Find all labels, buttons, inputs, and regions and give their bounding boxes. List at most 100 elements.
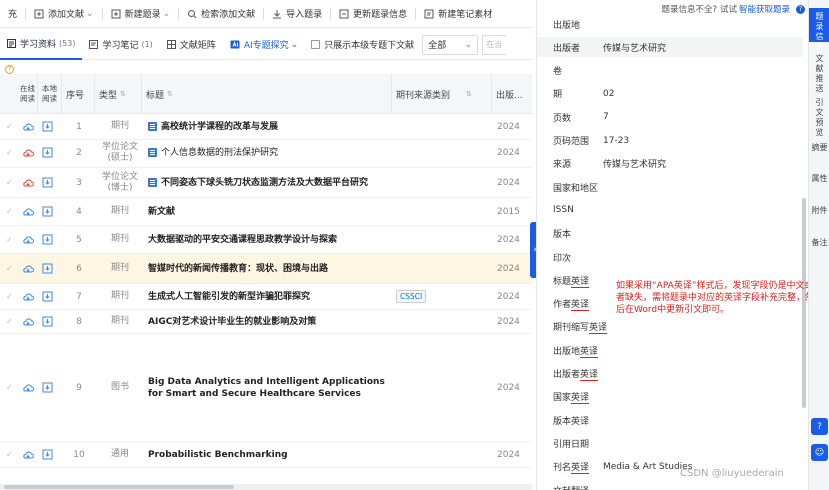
- field-row[interactable]: 国家和地区: [537, 177, 803, 197]
- help-icon[interactable]: ?: [796, 4, 805, 14]
- row-check-icon[interactable]: ✓: [6, 442, 13, 467]
- sidebar-item-record-info[interactable]: 题录信息: [809, 8, 829, 51]
- cloud-read-icon[interactable]: [22, 114, 34, 139]
- sidebar-item-citation-preview[interactable]: 引文预览: [809, 98, 829, 138]
- table-row[interactable]: ✓ 10 通用 Probabilistic Benchmarking 2024: [0, 442, 532, 468]
- row-check-icon[interactable]: ✓: [6, 334, 13, 441]
- row-check-icon[interactable]: ✓: [6, 138, 13, 167]
- row-title[interactable]: 生成式人工智能引发的新型诈骗犯罪探究: [148, 284, 388, 309]
- col-num[interactable]: 序号: [62, 74, 95, 114]
- table-row[interactable]: ✓ 3 学位论文 (博士) 不同姿态下球头铣刀状态监测方法及大数据平台研究 2024: [0, 168, 532, 198]
- row-title[interactable]: 大数据驱动的平安交通课程思政教学设计与探索: [148, 226, 388, 253]
- table-row[interactable]: ✓ 9 图书 Big Data Analytics and Intelligent A…: [0, 334, 532, 442]
- row-title[interactable]: 不同姿态下球头铣刀状态监测方法及大数据平台研究: [148, 168, 388, 197]
- cloud-read-icon[interactable]: [22, 334, 34, 441]
- field-row[interactable]: 引用日期: [537, 433, 803, 453]
- row-check-icon[interactable]: ✓: [6, 254, 13, 283]
- local-read-icon[interactable]: [42, 168, 53, 197]
- col-source[interactable]: 期刊来源类别 ⇅: [392, 74, 492, 114]
- local-read-icon[interactable]: [42, 226, 53, 253]
- tab-study-materials[interactable]: 学习资料 (53): [0, 30, 83, 60]
- local-read-icon[interactable]: [42, 198, 53, 225]
- field-row[interactable]: 来源 传媒与艺术研究: [537, 154, 803, 174]
- cloud-read-icon[interactable]: [22, 284, 34, 309]
- col-title[interactable]: 标题 ⇅: [142, 74, 392, 114]
- field-row[interactable]: 版本: [537, 224, 803, 244]
- field-row[interactable]: 出版地英译: [537, 340, 803, 360]
- row-check-icon[interactable]: ✓: [6, 114, 13, 139]
- update-records-button[interactable]: 更新题录信息: [331, 0, 415, 28]
- table-row[interactable]: ✓ 6 期刊 智媒时代的新闻传播教育：现状、困境与出路 2024: [0, 254, 532, 284]
- help-button[interactable]: ?: [811, 418, 828, 435]
- row-check-icon[interactable]: ✓: [6, 168, 13, 197]
- sidebar-item-properties[interactable]: 属性: [809, 174, 829, 184]
- local-read-icon[interactable]: [42, 334, 53, 441]
- cloud-read-icon[interactable]: [22, 138, 34, 167]
- field-row[interactable]: 卷: [537, 61, 803, 81]
- local-read-icon[interactable]: [42, 138, 53, 167]
- import-records-button[interactable]: 导入题录: [264, 0, 330, 28]
- new-note-button[interactable]: 新建笔记素材: [416, 0, 500, 28]
- sidebar-item-push[interactable]: 文献推送: [809, 54, 829, 94]
- local-read-icon[interactable]: [42, 442, 53, 467]
- cloud-read-icon[interactable]: [22, 168, 34, 197]
- search-input[interactable]: 在当: [482, 34, 507, 55]
- row-check-icon[interactable]: ✓: [6, 310, 13, 333]
- col-year[interactable]: 出版...: [492, 74, 532, 114]
- row-check-icon[interactable]: ✓: [6, 284, 13, 309]
- field-row[interactable]: 期 02: [537, 84, 803, 104]
- table-row[interactable]: ✓ 7 期刊 生成式人工智能引发的新型诈骗犯罪探究 CSSCI 2024: [0, 284, 532, 310]
- local-read-icon[interactable]: [42, 284, 53, 309]
- row-title[interactable]: 个人信息数据的刑法保护研究: [148, 138, 388, 167]
- field-row[interactable]: 出版者英译: [537, 364, 803, 384]
- cloud-read-icon[interactable]: [22, 254, 34, 283]
- field-value[interactable]: 7: [599, 112, 609, 122]
- field-row[interactable]: 出版地: [537, 14, 803, 34]
- row-title[interactable]: AIGC对艺术设计毕业生的就业影响及对策: [148, 310, 388, 333]
- col-local-read[interactable]: 本地阅读: [38, 74, 62, 114]
- tab-literature-matrix[interactable]: 文献矩阵: [160, 30, 223, 60]
- table-row[interactable]: ✓ 4 期刊 新文献 2015: [0, 198, 532, 226]
- field-value[interactable]: 02: [599, 89, 614, 99]
- field-value[interactable]: 传媒与艺术研究: [599, 41, 666, 54]
- search-add-button[interactable]: 检索添加文献: [179, 0, 263, 28]
- chat-button[interactable]: ☺: [811, 444, 828, 461]
- field-row[interactable]: ISSN: [537, 200, 803, 220]
- row-title[interactable]: 高校统计学课程的改革与发展: [148, 114, 388, 139]
- row-title[interactable]: Probabilistic Benchmarking: [148, 442, 388, 467]
- local-read-icon[interactable]: [42, 310, 53, 333]
- col-type[interactable]: 类型 ⇅: [95, 74, 142, 114]
- table-row[interactable]: ✓ 1 期刊 高校统计学课程的改革与发展 2024: [0, 114, 532, 140]
- field-row[interactable]: 页数 7: [537, 107, 803, 127]
- field-value[interactable]: 17-23: [599, 136, 629, 146]
- table-row[interactable]: ✓ 2 学位论文 (硕士) 个人信息数据的刑法保护研究 2024: [0, 138, 532, 168]
- new-record-button[interactable]: 新建题录 ⌄: [103, 0, 179, 28]
- local-read-icon[interactable]: [42, 114, 53, 139]
- only-current-topic-checkbox[interactable]: 只展示本级专题下文献: [311, 38, 414, 51]
- row-title[interactable]: 新文献: [148, 198, 388, 225]
- local-read-icon[interactable]: [42, 254, 53, 283]
- scroll-thumb[interactable]: [4, 485, 234, 489]
- filter-select[interactable]: 全部 ⌄: [422, 34, 479, 55]
- row-check-icon[interactable]: ✓: [6, 226, 13, 253]
- field-row[interactable]: 印次: [537, 247, 803, 267]
- field-row[interactable]: 文献翻译: [537, 480, 803, 490]
- add-document-button[interactable]: 添加文献 ⌄: [26, 0, 102, 28]
- sidebar-item-notes[interactable]: 备注: [809, 238, 829, 248]
- field-row[interactable]: 国家英译: [537, 387, 803, 407]
- table-row[interactable]: ✓ 8 期刊 AIGC对艺术设计毕业生的就业影响及对策 2024: [0, 310, 532, 334]
- row-title[interactable]: 智媒时代的新闻传播教育：现状、困境与出路: [148, 254, 388, 283]
- help-icon[interactable]: ?: [5, 65, 14, 74]
- tab-ai-topic[interactable]: AI专题探究 ⌄: [223, 30, 305, 60]
- row-check-icon[interactable]: ✓: [6, 198, 13, 225]
- sidebar-item-attachments[interactable]: 附件: [809, 206, 829, 216]
- table-row[interactable]: ✓ 5 期刊 大数据驱动的平安交通课程思政教学设计与探索 2024: [0, 226, 532, 254]
- field-value[interactable]: 传媒与艺术研究: [599, 157, 666, 170]
- cloud-read-icon[interactable]: [22, 310, 34, 333]
- field-row[interactable]: 版本英译: [537, 410, 803, 430]
- field-row[interactable]: 期刊缩写英译: [537, 317, 803, 337]
- field-row[interactable]: 页码范围 17-23: [537, 131, 803, 151]
- toolbar-item-cut[interactable]: 充: [0, 0, 25, 28]
- cloud-read-icon[interactable]: [22, 226, 34, 253]
- cloud-read-icon[interactable]: [22, 442, 34, 467]
